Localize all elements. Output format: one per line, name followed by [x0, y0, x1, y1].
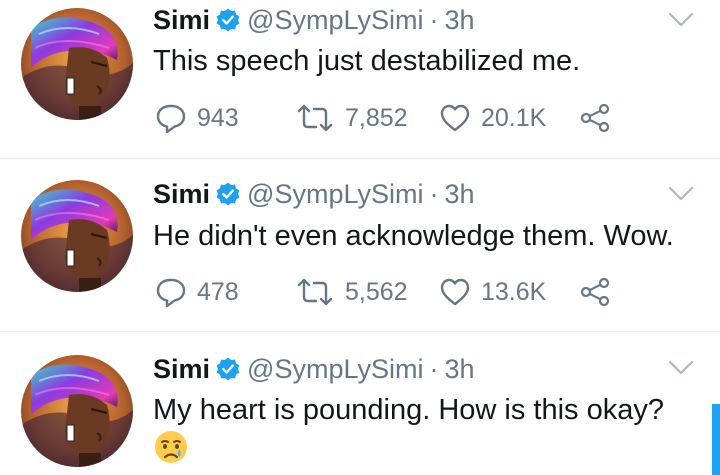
- reply-count: 943: [197, 103, 239, 132]
- retweet-button[interactable]: 5,562: [295, 274, 408, 310]
- chevron-down-icon[interactable]: [666, 10, 696, 30]
- tweet-text: This speech just destabilized me.: [153, 45, 581, 77]
- author-name[interactable]: Simi: [153, 5, 210, 36]
- author-handle[interactable]: @SympLySimi: [247, 354, 423, 385]
- author-name[interactable]: Simi: [153, 354, 210, 385]
- tweet-1[interactable]: Simi @SympLySimi · 3h This speech just d…: [0, 0, 720, 159]
- retweet-count: 5,562: [345, 277, 408, 306]
- verified-badge-icon: [215, 356, 241, 382]
- tweet-header: Simi @SympLySimi · 3h: [153, 176, 475, 212]
- like-icon: [440, 278, 470, 306]
- avatar[interactable]: [21, 8, 133, 120]
- tweet-actions: 943 7,852 20.1K: [153, 100, 623, 136]
- separator: ·: [429, 178, 439, 209]
- chevron-down-icon[interactable]: [666, 358, 696, 378]
- verified-badge-icon: [215, 7, 241, 33]
- scroll-indicator[interactable]: [712, 404, 720, 475]
- reply-button[interactable]: 943: [155, 100, 239, 136]
- author-handle[interactable]: @SympLySimi: [247, 179, 423, 210]
- separator: ·: [429, 353, 439, 384]
- share-button[interactable]: [579, 100, 611, 136]
- like-button[interactable]: 20.1K: [439, 100, 546, 136]
- share-button[interactable]: [579, 274, 611, 310]
- like-count: 20.1K: [481, 103, 547, 132]
- timestamp[interactable]: 3h: [444, 179, 474, 210]
- share-icon: [580, 277, 610, 307]
- reply-count: 478: [197, 277, 239, 306]
- retweet-button[interactable]: 7,852: [295, 100, 408, 136]
- reply-icon: [156, 104, 186, 134]
- author-handle[interactable]: @SympLySimi: [247, 5, 423, 36]
- like-button[interactable]: 13.6K: [439, 274, 546, 310]
- avatar[interactable]: [21, 355, 133, 467]
- timestamp[interactable]: 3h: [444, 5, 474, 36]
- chevron-down-icon[interactable]: [666, 184, 696, 204]
- tweet-actions: 478 5,562 13.6K: [153, 274, 623, 310]
- verified-badge-icon: [215, 181, 241, 207]
- like-count: 13.6K: [481, 277, 547, 306]
- retweet-icon: [297, 104, 333, 132]
- like-icon: [440, 104, 470, 132]
- tweet-text: My heart is pounding. How is this okay?: [153, 394, 664, 426]
- tweet-header: Simi @SympLySimi · 3h: [153, 351, 475, 387]
- reply-icon: [156, 278, 186, 308]
- retweet-count: 7,852: [345, 103, 408, 132]
- author-name[interactable]: Simi: [153, 179, 210, 210]
- tweet-2[interactable]: Simi @SympLySimi · 3h He didn't even ack…: [0, 159, 720, 332]
- share-icon: [580, 103, 610, 133]
- tweet-header: Simi @SympLySimi · 3h: [153, 2, 475, 38]
- timestamp[interactable]: 3h: [444, 354, 474, 385]
- retweet-icon: [297, 278, 333, 306]
- reply-button[interactable]: 478: [155, 274, 239, 310]
- tweet-text: He didn't even acknowledge them. Wow.: [153, 220, 674, 252]
- crying-face-emoji: [153, 429, 189, 465]
- avatar[interactable]: [21, 180, 133, 292]
- separator: ·: [429, 4, 439, 35]
- tweet-3[interactable]: Simi @SympLySimi · 3h My heart is poundi…: [0, 332, 720, 475]
